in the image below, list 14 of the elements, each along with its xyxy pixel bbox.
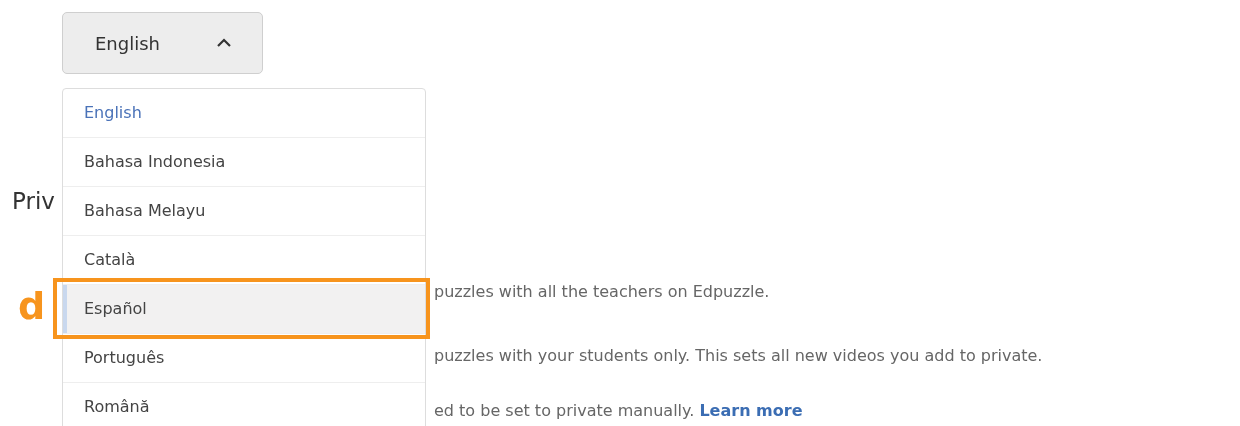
language-option[interactable]: Bahasa Melayu [63, 187, 425, 236]
language-option[interactable]: English [63, 89, 425, 138]
learn-more-link[interactable]: Learn more [699, 401, 803, 420]
caret-icon [216, 38, 232, 48]
description-text: puzzles with your students only. This sets all new videos you add to private. [434, 345, 1043, 367]
annotation-label: d [18, 286, 46, 326]
description-text: ed to be set to private manually. Learn more [434, 400, 803, 422]
language-option[interactable]: Română [63, 383, 425, 426]
section-heading: Priv [12, 187, 56, 215]
language-option[interactable]: Português [63, 334, 425, 383]
language-option[interactable]: Bahasa Indonesia [63, 138, 425, 187]
language-select[interactable]: English [62, 12, 263, 74]
description-text: puzzles with all the teachers on Edpuzzle. [434, 281, 770, 303]
language-option[interactable]: Español [63, 285, 425, 334]
